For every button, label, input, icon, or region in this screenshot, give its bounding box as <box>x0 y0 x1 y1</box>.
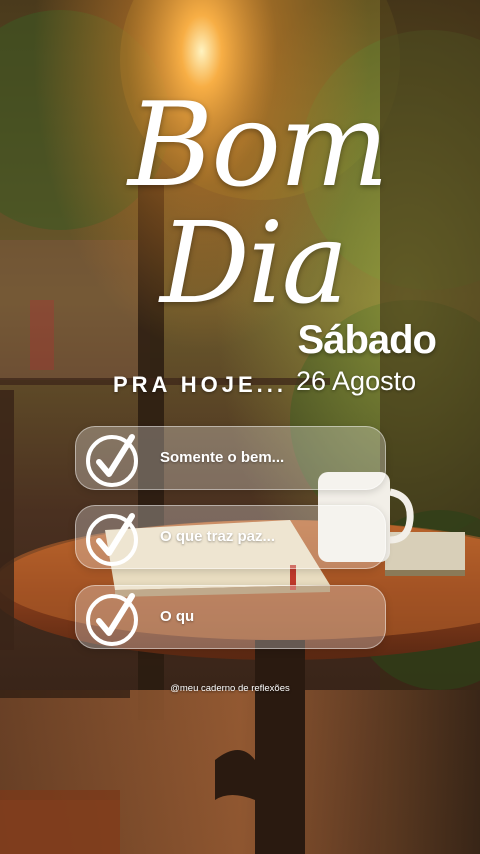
greeting-line-2: Dia <box>160 199 348 329</box>
check-circle-icon <box>86 513 138 566</box>
weekday-label: Sábado <box>297 318 437 362</box>
list-item: O qu <box>75 585 386 649</box>
list-item: Somente o bem... <box>75 426 386 490</box>
check-circle-icon <box>86 593 138 646</box>
greeting-overlay: Bom Dia Sábado PRA HOJE... 26 Agosto Som… <box>0 0 480 854</box>
date-label: 26 Agosto <box>296 366 417 396</box>
list-item-label: Somente o bem... <box>160 449 285 466</box>
check-circle-icon <box>86 434 138 487</box>
watermark-text: @meu caderno de reflexões <box>170 683 290 694</box>
list-item-label: O qu <box>160 608 195 625</box>
greeting-line-1: Bom <box>128 78 389 213</box>
list-item: O que traz paz... <box>75 505 386 569</box>
pra-hoje-label: PRA HOJE... <box>113 372 287 397</box>
list-item-label: O que traz paz... <box>160 528 276 545</box>
